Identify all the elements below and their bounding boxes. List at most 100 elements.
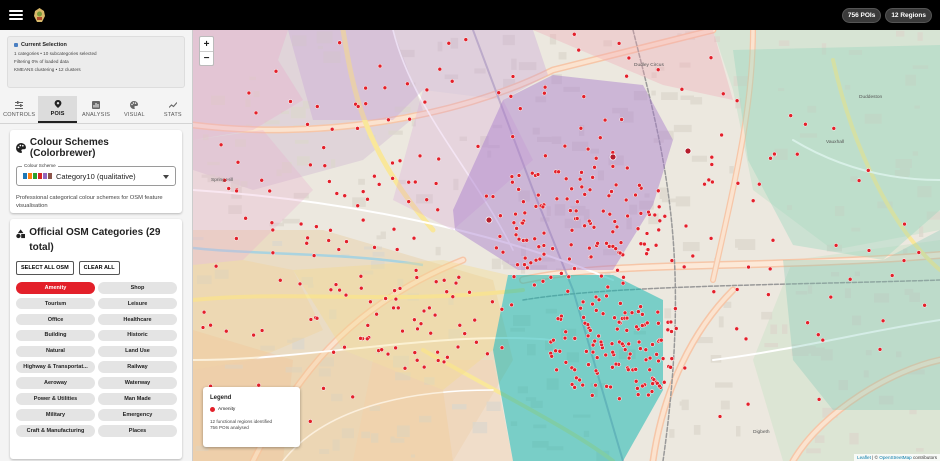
tab-pois[interactable]: POIS xyxy=(38,96,77,123)
poi-marker[interactable] xyxy=(515,262,520,267)
poi-marker[interactable] xyxy=(653,243,659,248)
poi-marker[interactable] xyxy=(424,197,429,202)
menu-icon[interactable] xyxy=(9,10,23,20)
clear-all-button[interactable]: CLEAR ALL xyxy=(78,261,120,275)
poi-marker[interactable] xyxy=(581,94,587,99)
poi-marker[interactable] xyxy=(833,243,839,248)
poi-marker[interactable] xyxy=(621,275,626,280)
poi-marker[interactable] xyxy=(598,339,604,345)
poi-marker[interactable] xyxy=(590,349,596,355)
category-chip[interactable]: Craft & Manufacturing xyxy=(16,425,95,437)
poi-marker[interactable] xyxy=(520,220,525,226)
poi-marker[interactable] xyxy=(916,250,922,255)
poi-marker[interactable] xyxy=(681,264,687,270)
poi-marker[interactable] xyxy=(363,101,368,106)
poi-marker[interactable] xyxy=(509,302,514,308)
poi-marker[interactable] xyxy=(462,331,467,336)
poi-marker[interactable] xyxy=(656,321,661,326)
poi-marker[interactable] xyxy=(200,325,206,330)
poi-marker[interactable] xyxy=(564,196,570,202)
poi-marker[interactable] xyxy=(638,211,644,216)
poi-marker[interactable] xyxy=(889,273,895,278)
poi-marker[interactable] xyxy=(626,367,631,372)
poi-marker[interactable] xyxy=(585,146,591,152)
poi-marker[interactable] xyxy=(572,266,577,271)
poi-marker[interactable] xyxy=(467,290,472,295)
category-chip[interactable]: Natural xyxy=(16,345,95,358)
poi-marker[interactable] xyxy=(427,305,432,311)
poi-marker[interactable] xyxy=(578,126,584,131)
category-chip[interactable]: Places xyxy=(98,425,177,437)
poi-marker[interactable] xyxy=(668,365,673,370)
poi-marker[interactable] xyxy=(490,194,496,199)
poi-marker[interactable] xyxy=(385,351,391,357)
poi-marker[interactable] xyxy=(251,332,256,338)
poi-marker[interactable] xyxy=(616,319,622,325)
category-chip[interactable]: Shop xyxy=(98,282,177,294)
poi-marker[interactable] xyxy=(674,326,679,331)
poi-marker[interactable] xyxy=(901,258,907,263)
poi-marker[interactable] xyxy=(494,245,499,251)
poi-marker[interactable] xyxy=(518,106,523,111)
poi-marker[interactable] xyxy=(554,367,559,373)
poi-marker[interactable] xyxy=(513,211,518,217)
poi-marker[interactable] xyxy=(643,347,649,352)
poi-marker[interactable] xyxy=(435,207,440,213)
poi-marker[interactable] xyxy=(270,227,276,233)
poi-marker[interactable] xyxy=(587,218,592,224)
poi-marker[interactable] xyxy=(372,245,377,250)
poi-marker[interactable] xyxy=(463,37,469,42)
poi-marker[interactable] xyxy=(391,226,397,232)
poi-marker[interactable] xyxy=(235,160,241,165)
poi-marker[interactable] xyxy=(358,274,364,279)
poi-marker[interactable] xyxy=(441,359,447,365)
poi-marker[interactable] xyxy=(617,396,622,401)
category-chip[interactable]: Office xyxy=(16,313,95,326)
poi-marker[interactable] xyxy=(533,204,539,209)
poi-marker[interactable] xyxy=(393,345,398,351)
poi-marker[interactable] xyxy=(604,384,609,389)
poi-marker[interactable] xyxy=(510,74,516,79)
poi-marker[interactable] xyxy=(342,193,347,198)
poi-marker[interactable] xyxy=(616,41,622,46)
poi-marker[interactable] xyxy=(308,162,313,168)
poi-marker[interactable] xyxy=(541,251,547,257)
poi-marker[interactable] xyxy=(615,268,620,273)
poi-marker[interactable] xyxy=(314,224,319,229)
poi-marker[interactable] xyxy=(350,394,355,400)
poi-marker[interactable] xyxy=(563,176,569,182)
poi-marker[interactable] xyxy=(500,249,506,255)
poi-marker[interactable] xyxy=(656,227,661,233)
poi-marker[interactable] xyxy=(390,160,395,166)
poi-marker[interactable] xyxy=(331,350,336,355)
poi-marker[interactable] xyxy=(856,178,862,183)
poi-marker[interactable] xyxy=(359,285,364,291)
poi-marker[interactable] xyxy=(390,176,395,181)
poi-marker[interactable] xyxy=(484,193,489,199)
poi-marker[interactable] xyxy=(569,382,575,387)
category-chip[interactable]: Aeroway xyxy=(16,377,95,389)
poi-marker[interactable] xyxy=(690,253,696,259)
poi-marker[interactable] xyxy=(650,342,655,347)
poi-marker[interactable] xyxy=(620,280,626,286)
poi-marker[interactable] xyxy=(418,321,424,326)
poi-marker[interactable] xyxy=(582,320,588,326)
poi-marker[interactable] xyxy=(396,305,401,311)
poi-marker[interactable] xyxy=(637,183,642,188)
poi-marker[interactable] xyxy=(365,336,370,342)
poi-marker[interactable] xyxy=(640,312,645,317)
poi-marker[interactable] xyxy=(745,401,751,407)
poi-marker[interactable] xyxy=(662,380,667,385)
poi-marker[interactable] xyxy=(391,305,396,311)
poi-marker[interactable] xyxy=(406,199,411,204)
poi-marker[interactable] xyxy=(606,193,612,199)
poi-marker[interactable] xyxy=(620,341,625,347)
poi-marker[interactable] xyxy=(588,328,593,333)
poi-marker[interactable] xyxy=(422,99,428,105)
poi-marker[interactable] xyxy=(569,186,574,192)
poi-marker[interactable] xyxy=(421,364,427,370)
poi-marker[interactable] xyxy=(497,234,503,239)
poi-marker[interactable] xyxy=(308,419,313,424)
poi-marker[interactable] xyxy=(757,181,762,187)
poi-marker[interactable] xyxy=(576,47,581,53)
